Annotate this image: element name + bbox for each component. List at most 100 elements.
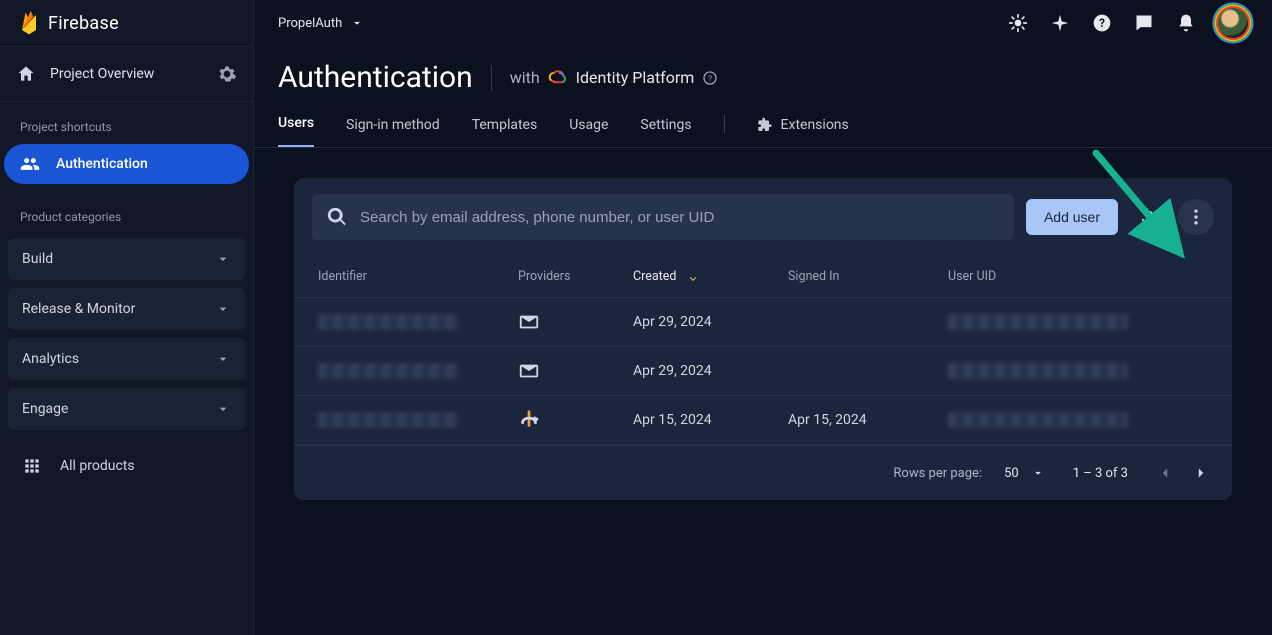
project-name: PropelAuth bbox=[278, 16, 342, 31]
gear-icon[interactable] bbox=[217, 64, 237, 84]
sidebar-item-label: Authentication bbox=[56, 156, 148, 172]
project-overview-row[interactable]: Project Overview bbox=[0, 46, 253, 102]
refresh-icon bbox=[1137, 206, 1159, 228]
avatar[interactable] bbox=[1218, 8, 1248, 38]
oidc-icon bbox=[518, 409, 540, 431]
category-label: Release & Monitor bbox=[22, 301, 135, 317]
search-icon bbox=[326, 206, 348, 228]
topbar-icons: ? bbox=[1008, 8, 1248, 38]
firebase-logo: Firebase bbox=[18, 9, 119, 37]
chevron-down-icon bbox=[215, 351, 231, 367]
identity-platform-label: Identity Platform bbox=[576, 68, 695, 87]
cell-created: Apr 15, 2024 bbox=[633, 412, 788, 428]
people-icon bbox=[20, 154, 40, 174]
cell-uid bbox=[948, 314, 1208, 330]
cell-identifier bbox=[318, 412, 518, 428]
pagination: Rows per page: 50 1 – 3 of 3 bbox=[294, 445, 1232, 500]
table-header: Identifier Providers Created Signed In U… bbox=[294, 256, 1232, 298]
title-row: Authentication with Identity Platform ? bbox=[254, 46, 1272, 99]
bell-icon[interactable] bbox=[1176, 13, 1196, 33]
help-icon[interactable]: ? bbox=[1092, 13, 1112, 33]
rpp-select[interactable]: 50 bbox=[1004, 466, 1045, 481]
content-area: Add user Identifier Providers Created Si… bbox=[254, 148, 1272, 520]
svg-text:?: ? bbox=[708, 74, 712, 84]
chevron-right-icon[interactable] bbox=[1192, 464, 1210, 482]
cell-uid bbox=[948, 412, 1208, 428]
brightness-icon[interactable] bbox=[1008, 13, 1028, 33]
spark-icon[interactable] bbox=[1050, 13, 1070, 33]
all-products-label: All products bbox=[60, 458, 135, 474]
col-providers[interactable]: Providers bbox=[518, 269, 633, 284]
brand-text: Firebase bbox=[48, 13, 119, 34]
category-build[interactable]: Build bbox=[8, 238, 245, 280]
with-label: with bbox=[510, 68, 540, 87]
rpp-value: 50 bbox=[1004, 466, 1019, 481]
panel-toolbar: Add user bbox=[294, 178, 1232, 256]
category-engage[interactable]: Engage bbox=[8, 388, 245, 430]
caret-down-icon bbox=[350, 16, 364, 30]
add-user-button[interactable]: Add user bbox=[1026, 199, 1118, 235]
cell-uid bbox=[948, 363, 1208, 379]
search-input[interactable] bbox=[360, 209, 1000, 226]
home-icon bbox=[16, 64, 36, 84]
tab-signin-method[interactable]: Sign-in method bbox=[346, 117, 440, 147]
cell-created: Apr 29, 2024 bbox=[633, 314, 788, 330]
rpp-label: Rows per page: bbox=[893, 466, 982, 481]
extensions-label: Extensions bbox=[781, 117, 849, 133]
cell-created: Apr 29, 2024 bbox=[633, 363, 788, 379]
tab-extensions[interactable]: Extensions bbox=[757, 117, 849, 147]
rows-per-page: Rows per page: 50 bbox=[893, 466, 1044, 481]
project-overview-label: Project Overview bbox=[50, 66, 154, 82]
categories-header: Product categories bbox=[0, 192, 253, 234]
col-signed-in[interactable]: Signed In bbox=[788, 269, 948, 284]
shortcuts-header: Project shortcuts bbox=[0, 102, 253, 144]
page-title: Authentication bbox=[278, 60, 473, 95]
more-menu-button[interactable] bbox=[1178, 199, 1214, 235]
divider bbox=[491, 65, 492, 91]
google-cloud-icon bbox=[548, 68, 568, 88]
col-uid[interactable]: User UID bbox=[948, 269, 1208, 284]
caret-down-icon bbox=[1031, 466, 1045, 480]
email-icon bbox=[518, 311, 540, 333]
category-label: Build bbox=[22, 251, 53, 267]
project-selector[interactable]: PropelAuth bbox=[278, 16, 364, 31]
brand-row: Firebase bbox=[0, 0, 253, 46]
col-created[interactable]: Created bbox=[633, 269, 788, 284]
identity-platform-tag: with Identity Platform ? bbox=[510, 68, 719, 88]
arrow-down-icon bbox=[686, 270, 700, 284]
chevron-down-icon bbox=[215, 251, 231, 267]
cell-provider bbox=[518, 311, 633, 333]
extension-icon bbox=[757, 117, 773, 133]
info-icon[interactable]: ? bbox=[702, 70, 718, 86]
cell-provider bbox=[518, 360, 633, 382]
tab-templates[interactable]: Templates bbox=[472, 117, 538, 147]
more-vert-icon bbox=[1186, 207, 1206, 227]
svg-text:?: ? bbox=[1099, 16, 1105, 30]
topbar: PropelAuth ? bbox=[254, 0, 1272, 46]
cell-signed-in: Apr 15, 2024 bbox=[788, 412, 948, 428]
search-wrap[interactable] bbox=[312, 194, 1014, 240]
col-identifier[interactable]: Identifier bbox=[318, 269, 518, 284]
sidebar-item-authentication[interactable]: Authentication bbox=[4, 144, 249, 184]
all-products-link[interactable]: All products bbox=[0, 434, 253, 498]
category-release[interactable]: Release & Monitor bbox=[8, 288, 245, 330]
tab-usage[interactable]: Usage bbox=[569, 117, 608, 147]
sidebar: Firebase Project Overview Project shortc… bbox=[0, 0, 254, 635]
chevron-down-icon bbox=[215, 301, 231, 317]
cell-identifier bbox=[318, 314, 518, 330]
chevron-down-icon bbox=[215, 401, 231, 417]
table-row[interactable]: Apr 15, 2024 Apr 15, 2024 bbox=[294, 396, 1232, 445]
chevron-left-icon[interactable] bbox=[1156, 464, 1174, 482]
tab-settings[interactable]: Settings bbox=[640, 117, 691, 147]
table-row[interactable]: Apr 29, 2024 bbox=[294, 347, 1232, 396]
note-icon[interactable] bbox=[1134, 13, 1154, 33]
divider bbox=[724, 115, 725, 133]
cell-identifier bbox=[318, 363, 518, 379]
tabs: Users Sign-in method Templates Usage Set… bbox=[254, 99, 1272, 148]
refresh-button[interactable] bbox=[1130, 199, 1166, 235]
table-row[interactable]: Apr 29, 2024 bbox=[294, 298, 1232, 347]
tab-users[interactable]: Users bbox=[278, 115, 314, 147]
page-range: 1 – 3 of 3 bbox=[1073, 466, 1128, 481]
category-label: Engage bbox=[22, 401, 68, 417]
category-analytics[interactable]: Analytics bbox=[8, 338, 245, 380]
